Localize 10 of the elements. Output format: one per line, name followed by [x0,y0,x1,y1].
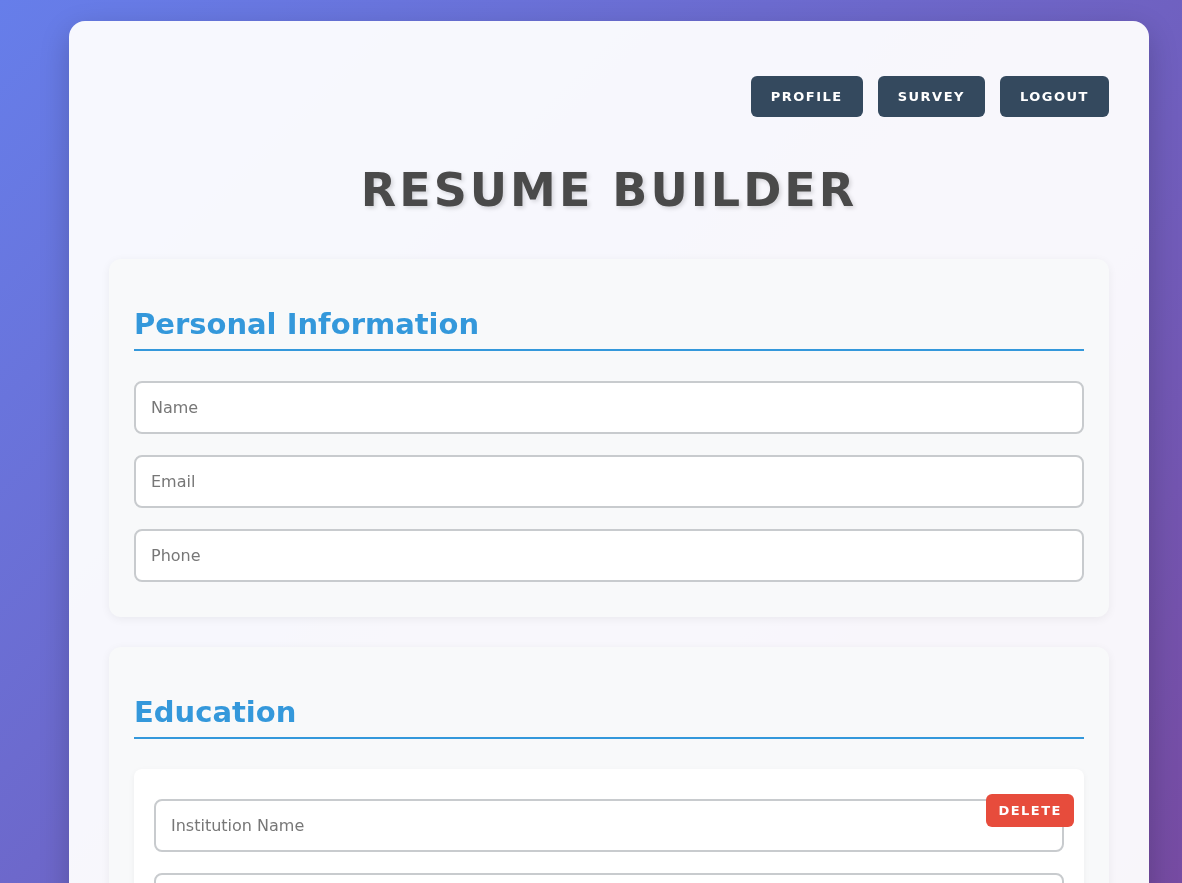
input-field[interactable]: Name [134,381,1084,434]
input-field[interactable]: Email [134,455,1084,508]
section-heading: Personal Information [134,299,1084,351]
delete-button[interactable]: DELETE [986,794,1074,827]
page-title: RESUME BUILDER [359,162,859,219]
nav-button[interactable]: SURVEY [877,76,985,117]
section-heading: Education [134,687,1084,739]
nav-button[interactable]: PROFILE [750,76,863,117]
nav-button[interactable]: LOGOUT [999,76,1109,117]
input-field[interactable]: Phone [134,529,1084,582]
